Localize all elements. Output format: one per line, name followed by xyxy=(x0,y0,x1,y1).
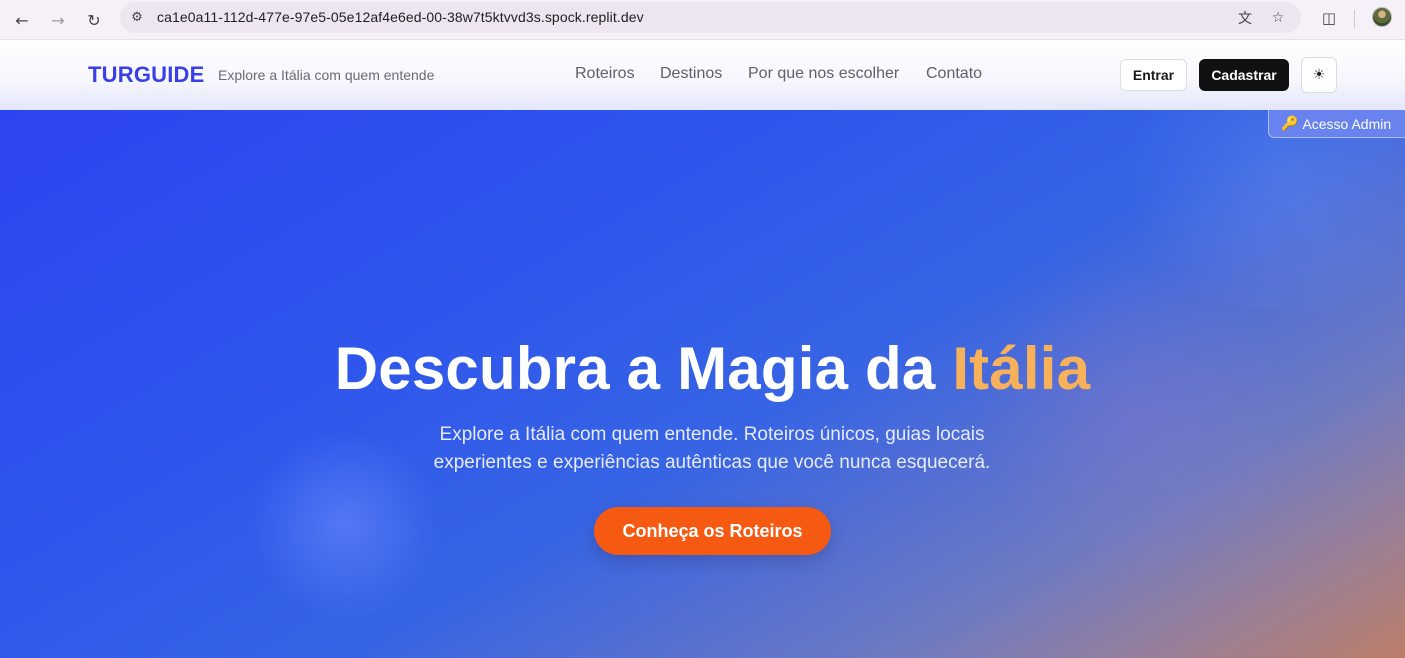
key-icon: 🔑 xyxy=(1281,115,1299,132)
profile-avatar[interactable] xyxy=(1372,7,1392,27)
site-header: TURGUIDE Explore a Itália com quem enten… xyxy=(0,40,1405,110)
translate-icon[interactable]: 文 xyxy=(1235,8,1255,28)
forward-arrow-icon[interactable]: → xyxy=(46,8,70,32)
nav-link-contato[interactable]: Contato xyxy=(926,65,982,83)
reload-icon[interactable]: ↻ xyxy=(82,8,106,32)
login-button[interactable]: Entrar xyxy=(1120,59,1187,91)
url-text[interactable]: ca1e0a11-112d-477e-97e5-05e12af4e6ed-00-… xyxy=(157,9,644,25)
address-bar[interactable]: ⚙ ca1e0a11-112d-477e-97e5-05e12af4e6ed-0… xyxy=(120,2,1301,33)
hero-title-main: Descubra a Magia da xyxy=(334,335,953,402)
logo[interactable]: TURGUIDE xyxy=(88,62,205,88)
back-arrow-icon[interactable]: ← xyxy=(10,8,34,32)
explore-tours-button[interactable]: Conheça os Roteiros xyxy=(594,507,831,555)
site-settings-icon[interactable]: ⚙ xyxy=(128,8,146,26)
nav-link-roteiros[interactable]: Roteiros xyxy=(575,65,635,83)
hero-title: Descubra a Magia da Itália xyxy=(0,334,1405,403)
admin-access-label: Acesso Admin xyxy=(1302,115,1392,132)
hero-title-accent: Itália xyxy=(952,335,1091,402)
hero-section: Descubra a Magia da Itália Explore a Itá… xyxy=(0,110,1405,658)
nav-link-por-que-nos-escolher[interactable]: Por que nos escolher xyxy=(748,65,899,83)
admin-access-button[interactable]: 🔑 Acesso Admin xyxy=(1268,110,1405,138)
star-icon[interactable]: ☆ xyxy=(1268,8,1288,28)
browser-toolbar: ← → ↻ ⚙ ca1e0a11-112d-477e-97e5-05e12af4… xyxy=(0,0,1405,40)
decorative-glow xyxy=(980,260,1300,580)
toolbar-divider xyxy=(1354,10,1355,28)
nav-link-destinos[interactable]: Destinos xyxy=(660,65,722,83)
tagline: Explore a Itália com quem entende xyxy=(218,67,435,83)
theme-toggle-button[interactable]: ☀ xyxy=(1301,57,1337,93)
sun-icon: ☀ xyxy=(1312,67,1326,83)
signup-button[interactable]: Cadastrar xyxy=(1199,59,1289,91)
extensions-icon[interactable]: ◫ xyxy=(1318,7,1340,29)
hero-subtitle: Explore a Itália com quem entende. Rotei… xyxy=(433,424,991,473)
